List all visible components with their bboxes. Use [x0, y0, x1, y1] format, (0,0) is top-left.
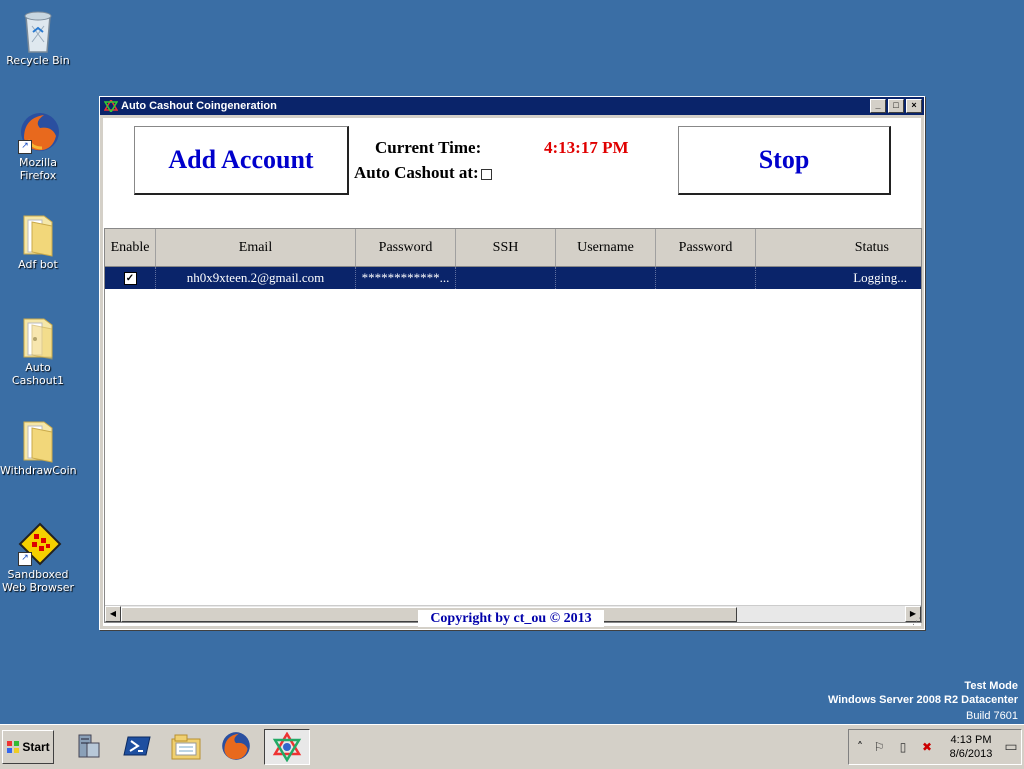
firefox-icon: [222, 732, 250, 760]
enable-checkbox[interactable]: ✓: [123, 271, 137, 285]
firefox-icon: ↗: [18, 110, 59, 154]
taskbar-firefox[interactable]: [216, 729, 256, 763]
auto-cashout-row: Auto Cashout at:: [354, 163, 492, 183]
desktop-icon-label: Recycle Bin: [6, 54, 70, 67]
star-of-david-icon: [272, 732, 302, 762]
clock-date: 8/6/2013: [949, 748, 993, 760]
cell-password[interactable]: ************...: [356, 267, 456, 289]
desktop-icon-sandboxed-browser[interactable]: ↗ Sandboxed Web Browser: [0, 522, 76, 594]
window-title: Auto Cashout Coingeneration: [121, 100, 277, 112]
desktop-icon-label: Auto Cashout1: [11, 361, 65, 387]
show-hidden-icons-button[interactable]: ˄: [852, 739, 868, 755]
desktop-icon-firefox[interactable]: ↗ Mozilla Firefox: [0, 110, 76, 182]
powershell-icon: [123, 736, 151, 756]
desktop-icon-auto-cashout1[interactable]: Auto Cashout1: [0, 315, 76, 387]
table-row[interactable]: ✓ nh0x9xteen.2@gmail.com ************...…: [105, 267, 921, 289]
current-time-value: 4:13:17 PM: [544, 138, 629, 157]
explorer-icon: [171, 734, 201, 760]
column-header-email[interactable]: Email: [156, 229, 356, 266]
copyright-label: Copyright by ct_ou © 2013: [418, 610, 604, 627]
taskbar-explorer[interactable]: [166, 729, 206, 763]
clock[interactable]: 4:13 PM 8/6/2013: [941, 733, 1001, 761]
sandboxie-icon: ↗: [18, 522, 62, 566]
window-client-area: Add Account Current Time: 4:13:17 PM Aut…: [103, 118, 922, 626]
add-account-button[interactable]: Add Account: [134, 126, 349, 195]
desktop-icon-label: Mozilla Firefox: [19, 156, 57, 182]
auto-cashout-label: Auto Cashout at:: [354, 163, 479, 182]
cell-username[interactable]: [556, 267, 656, 289]
start-label: Start: [22, 740, 50, 754]
taskbar-auto-cashout-app[interactable]: [264, 729, 310, 765]
start-button[interactable]: Start: [2, 730, 54, 764]
desktop-icon-recycle-bin[interactable]: Recycle Bin: [0, 8, 76, 67]
current-time-label: Current Time:: [375, 138, 482, 157]
app-window: Auto Cashout Coingeneration _ □ × Add Ac…: [99, 96, 925, 630]
column-header-enable[interactable]: Enable: [105, 229, 156, 266]
shortcut-arrow-icon: ↗: [18, 552, 32, 566]
column-header-username[interactable]: Username: [556, 229, 656, 266]
desktop-icon-label: Sandboxed Web Browser: [1, 568, 75, 594]
star-of-david-icon: [104, 100, 118, 112]
folder-icon: [18, 212, 58, 257]
cell-enable[interactable]: ✓: [105, 267, 156, 289]
system-tray: ˄ ⚐ ▯ ✖ 4:13 PM 8/6/2013 ▭: [848, 729, 1022, 765]
recycle-bin-icon: [18, 8, 58, 53]
build-label: Build 7601: [966, 710, 1018, 722]
folder-icon: [18, 418, 58, 463]
desktop-icon-withdrawcoin[interactable]: WithdrawCoin: [0, 418, 77, 477]
close-button[interactable]: ×: [906, 99, 922, 113]
cell-email[interactable]: nh0x9xteen.2@gmail.com: [156, 267, 356, 289]
taskbar: Start ˄ ⚐ ▯ ✖ 4:13 PM 8/6/2013 ▭: [0, 724, 1024, 769]
taskbar-server-manager[interactable]: [68, 729, 108, 763]
network-icon[interactable]: ▯: [895, 739, 911, 755]
clock-time: 4:13 PM: [950, 734, 992, 746]
taskbar-powershell[interactable]: [117, 729, 157, 763]
cell-status[interactable]: Logging...: [756, 267, 921, 289]
stop-button[interactable]: Stop: [678, 126, 891, 195]
cell-password2[interactable]: [656, 267, 756, 289]
minimize-button[interactable]: _: [870, 99, 886, 113]
desktop-icon-adf-bot[interactable]: Adf bot: [0, 212, 76, 271]
shortcut-arrow-icon: ↗: [18, 140, 32, 154]
desktop-icon-label: Adf bot: [18, 258, 58, 271]
grid-header: Enable Email Password SSH Username Passw…: [105, 229, 921, 267]
window-titlebar[interactable]: Auto Cashout Coingeneration _ □ ×: [100, 97, 924, 115]
action-center-flag-icon[interactable]: ⚐: [871, 739, 887, 755]
show-desktop-button[interactable]: ▭: [1003, 739, 1019, 755]
scroll-left-button[interactable]: ◀: [105, 606, 121, 622]
cell-ssh[interactable]: [456, 267, 556, 289]
column-header-status[interactable]: Status: [756, 229, 921, 266]
os-edition-label: Windows Server 2008 R2 Datacenter: [827, 694, 1018, 706]
column-header-password[interactable]: Password: [356, 229, 456, 266]
resize-grip[interactable]: ⋰: [912, 617, 922, 627]
folder-icon: [18, 315, 58, 360]
column-header-ssh[interactable]: SSH: [456, 229, 556, 266]
windows-logo-icon: [7, 741, 20, 753]
test-mode-label: Test Mode: [964, 680, 1018, 692]
volume-muted-icon[interactable]: ✖: [919, 739, 935, 755]
desktop-icon-label: WithdrawCoin: [0, 464, 77, 477]
maximize-button[interactable]: □: [888, 99, 904, 113]
auto-cashout-checkbox[interactable]: [480, 168, 492, 180]
server-manager-icon: [78, 734, 100, 758]
accounts-grid: Enable Email Password SSH Username Passw…: [104, 228, 922, 623]
column-header-password2[interactable]: Password: [656, 229, 756, 266]
